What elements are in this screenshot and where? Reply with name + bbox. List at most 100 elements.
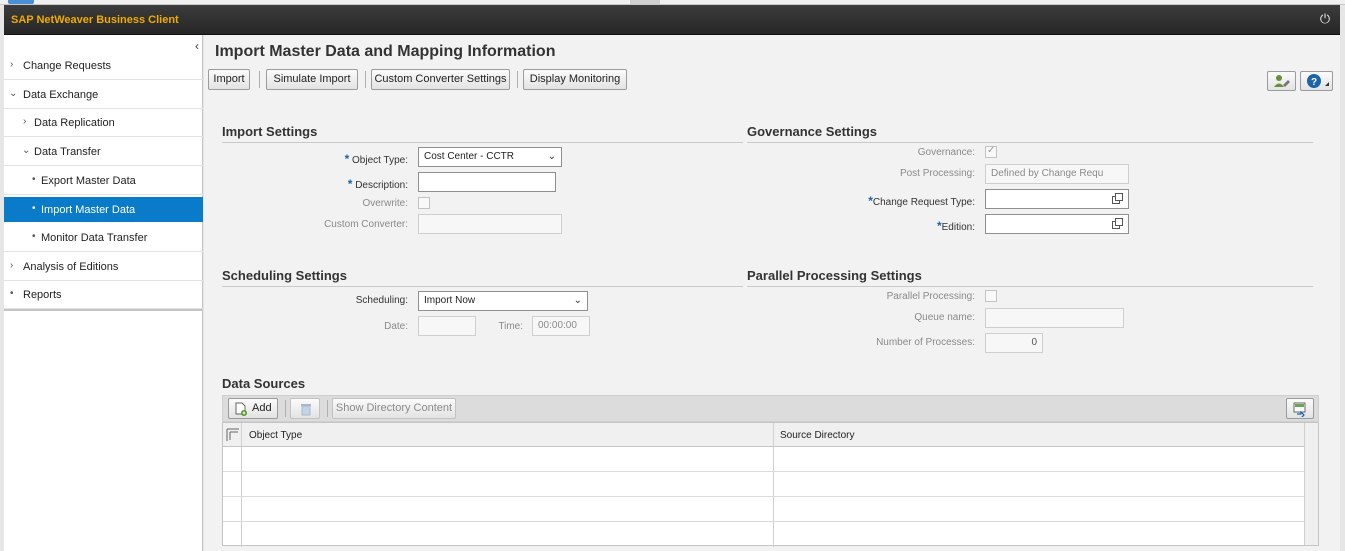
table-scrollbar[interactable] xyxy=(1304,423,1318,545)
custom-converter-label: Custom Converter: xyxy=(324,219,408,230)
table-header: Object Type Source Directory xyxy=(223,423,1305,447)
data-sources-table: Object Type Source Directory xyxy=(222,422,1319,547)
scheduling-value: Import Now xyxy=(424,295,476,306)
value-help-icon[interactable] xyxy=(1112,193,1124,205)
nav-item-import-master-data[interactable]: • Import Master Data xyxy=(4,197,203,222)
change-request-type-input[interactable] xyxy=(985,189,1129,209)
object-type-value: Cost Center - CCTR xyxy=(424,151,515,162)
chevron-right-icon: › xyxy=(10,260,14,271)
main-content: Import Master Data and Mapping Informati… xyxy=(204,35,1340,551)
delete-button[interactable] xyxy=(290,398,320,419)
nav-item-data-exchange[interactable]: ⌄ Data Exchange xyxy=(4,81,203,109)
nav-item-data-replication[interactable]: › Data Replication xyxy=(4,109,203,137)
description-input[interactable] xyxy=(418,172,556,192)
required-marker: * xyxy=(347,177,353,191)
select-all-cell[interactable] xyxy=(223,423,242,446)
custom-converter-settings-button[interactable]: Custom Converter Settings xyxy=(371,69,510,90)
chevron-down-icon: ⌄ xyxy=(9,88,18,99)
table-row[interactable] xyxy=(223,447,1305,472)
trash-icon xyxy=(301,404,311,416)
custom-converter-input[interactable] xyxy=(418,214,562,234)
data-sources-title: Data Sources xyxy=(222,376,306,391)
browser-tab[interactable] xyxy=(8,0,34,4)
column-divider xyxy=(773,447,774,471)
required-marker: * xyxy=(344,152,350,166)
collapse-panel-icon[interactable]: ‹ xyxy=(195,39,199,53)
object-type-select[interactable]: Cost Center - CCTR ⌄ xyxy=(418,147,562,167)
table-row[interactable] xyxy=(223,472,1305,497)
add-document-icon xyxy=(235,402,247,416)
nav-item-label: Export Master Data xyxy=(41,175,136,187)
nav-item-reports[interactable]: • Reports xyxy=(4,281,203,309)
display-monitoring-button[interactable]: Display Monitoring xyxy=(523,69,627,90)
row-selector[interactable] xyxy=(223,472,242,496)
export-icon xyxy=(1293,402,1306,417)
personalize-button[interactable] xyxy=(1267,71,1296,91)
queue-name-input[interactable] xyxy=(985,308,1124,328)
navigation-panel: ‹ › Change Requests ⌄ Data Exchange › Da… xyxy=(4,35,203,551)
row-selector[interactable] xyxy=(223,447,242,471)
show-directory-content-button[interactable]: Show Directory Content xyxy=(332,398,456,419)
section-divider xyxy=(747,142,1313,143)
import-settings-title: Import Settings xyxy=(222,124,318,139)
section-divider xyxy=(747,286,1313,287)
export-button[interactable] xyxy=(1286,398,1314,419)
post-processing-input[interactable]: Defined by Change Requ xyxy=(985,164,1129,184)
parallel-processing-checkbox[interactable] xyxy=(985,290,997,302)
description-label: * Description: xyxy=(347,177,408,191)
number-of-processes-label: Number of Processes: xyxy=(876,337,975,348)
table-row[interactable] xyxy=(223,522,1305,547)
column-divider xyxy=(773,423,774,446)
row-selector[interactable] xyxy=(223,522,242,547)
nav-item-label: Data Exchange xyxy=(23,89,99,101)
scheduling-select[interactable]: Import Now ⌄ xyxy=(418,291,588,311)
governance-checkbox[interactable] xyxy=(985,145,997,158)
date-input[interactable] xyxy=(418,316,476,336)
nav-item-export-master-data[interactable]: • Export Master Data xyxy=(4,167,203,195)
governance-settings-title: Governance Settings xyxy=(747,124,878,139)
browser-tab-fragment[interactable] xyxy=(630,0,660,4)
time-input[interactable]: 00:00:00 xyxy=(532,316,590,336)
toolbar-separator xyxy=(517,71,518,88)
chevron-right-icon: › xyxy=(10,59,14,70)
edition-input[interactable] xyxy=(985,214,1129,234)
value-help-icon[interactable] xyxy=(1112,218,1124,230)
add-button[interactable]: Add xyxy=(228,398,278,419)
governance-label: Governance: xyxy=(917,147,975,158)
bullet-icon: • xyxy=(10,288,14,299)
bullet-icon: • xyxy=(32,203,36,214)
bullet-icon: • xyxy=(32,231,36,242)
scheduling-settings-title: Scheduling Settings xyxy=(222,268,347,283)
nav-item-label: Data Transfer xyxy=(34,146,101,158)
nav-item-change-requests[interactable]: › Change Requests xyxy=(4,52,203,80)
post-processing-label: Post Processing: xyxy=(899,168,975,179)
bullet-icon: • xyxy=(32,174,36,185)
toolbar-separator xyxy=(365,71,366,88)
import-button[interactable]: Import xyxy=(208,69,250,90)
nav-item-label: Analysis of Editions xyxy=(23,261,119,273)
chevron-down-icon: ⌄ xyxy=(547,151,556,162)
nav-item-monitor-data-transfer[interactable]: • Monitor Data Transfer xyxy=(4,224,203,252)
column-divider xyxy=(773,522,774,547)
row-selector[interactable] xyxy=(223,497,242,521)
column-header-object-type[interactable]: Object Type xyxy=(249,430,302,441)
nav-item-label: Change Requests xyxy=(23,60,112,72)
nav-divider xyxy=(4,309,203,311)
power-icon[interactable]: ⏻ xyxy=(1318,12,1332,26)
date-label: Date: xyxy=(384,321,408,332)
toolbar-separator xyxy=(327,400,328,417)
column-divider xyxy=(773,497,774,521)
personalize-icon xyxy=(1274,75,1290,87)
nav-item-analysis-of-editions[interactable]: › Analysis of Editions xyxy=(4,253,203,281)
simulate-import-button[interactable]: Simulate Import xyxy=(266,69,358,90)
overwrite-checkbox[interactable] xyxy=(418,197,430,209)
number-of-processes-input[interactable]: 0 xyxy=(985,333,1043,353)
edition-label: *Edition: xyxy=(936,219,975,233)
help-button[interactable]: ? xyxy=(1300,71,1333,91)
parallel-processing-label: Parallel Processing: xyxy=(886,291,975,302)
help-icon: ? xyxy=(1307,74,1329,88)
nav-item-data-transfer[interactable]: ⌄ Data Transfer xyxy=(4,138,203,166)
change-request-type-label: *Change Request Type: xyxy=(868,194,975,208)
table-row[interactable] xyxy=(223,497,1305,522)
column-header-source-directory[interactable]: Source Directory xyxy=(780,430,854,441)
